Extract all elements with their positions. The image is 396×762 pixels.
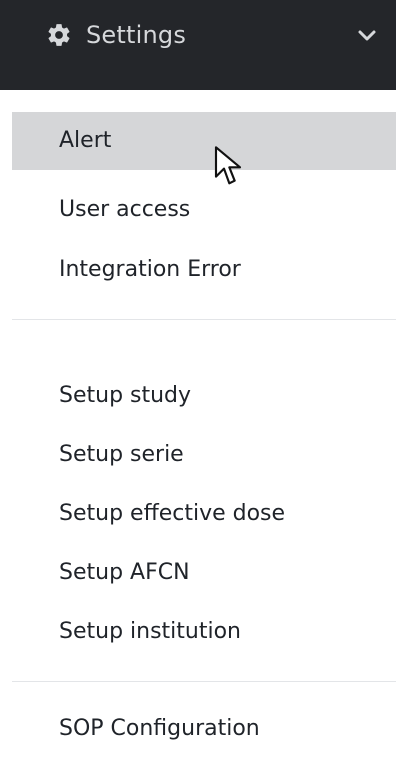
menu-item-label: Setup effective dose bbox=[59, 501, 286, 526]
chevron-down-icon[interactable] bbox=[355, 24, 379, 48]
menu-item-label: Setup study bbox=[59, 383, 192, 408]
settings-header: Settings bbox=[0, 0, 396, 90]
menu-item-label: User access bbox=[59, 197, 191, 222]
menu-item-alert[interactable]: Alert bbox=[12, 112, 396, 170]
settings-dropdown-menu: Alert User access Integration Error Setu… bbox=[0, 90, 396, 762]
menu-item-label: Alert bbox=[59, 128, 112, 153]
menu-item-setup-study[interactable]: Setup study bbox=[12, 367, 396, 425]
menu-item-setup-institution[interactable]: Setup institution bbox=[12, 603, 396, 661]
menu-divider bbox=[12, 681, 396, 682]
menu-item-setup-afcn[interactable]: Setup AFCN bbox=[12, 544, 396, 602]
menu-item-integration-error[interactable]: Integration Error bbox=[12, 241, 396, 299]
menu-item-label: Integration Error bbox=[59, 257, 241, 282]
menu-divider bbox=[12, 319, 396, 320]
menu-item-user-access[interactable]: User access bbox=[12, 181, 396, 239]
menu-item-setup-effective-dose[interactable]: Setup effective dose bbox=[12, 485, 396, 543]
menu-item-setup-serie[interactable]: Setup serie bbox=[12, 426, 396, 484]
settings-label: Settings bbox=[86, 21, 187, 49]
settings-dropdown-toggle[interactable]: Settings bbox=[0, 0, 396, 80]
menu-item-label: Setup AFCN bbox=[59, 560, 190, 585]
menu-item-sop-configuration[interactable]: SOP Configuration bbox=[12, 700, 396, 758]
menu-item-label: Setup serie bbox=[59, 442, 184, 467]
menu-item-label: SOP Configuration bbox=[59, 716, 260, 741]
menu-item-label: Setup institution bbox=[59, 619, 241, 644]
gear-icon bbox=[48, 24, 70, 46]
mouse-pointer-icon bbox=[214, 146, 242, 185]
